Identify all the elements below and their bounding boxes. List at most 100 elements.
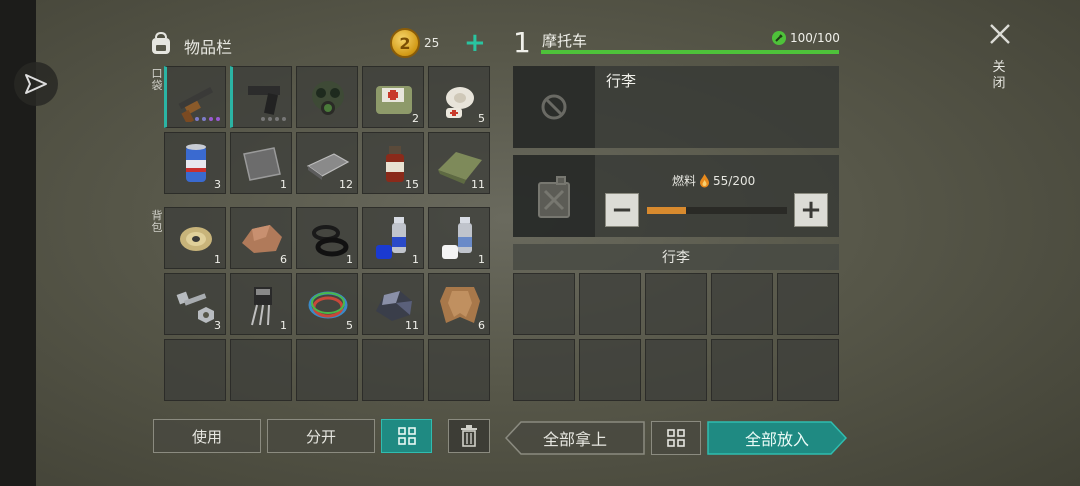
transistor-icon xyxy=(251,287,272,326)
backpack-slot[interactable]: 1 xyxy=(428,207,490,269)
trunk-slot[interactable] xyxy=(645,339,707,401)
grid-icon xyxy=(667,429,685,447)
split-button[interactable]: 分开 xyxy=(267,419,375,453)
vehicle-durability: 100/100 xyxy=(772,31,840,45)
backpack-slot[interactable]: 1 xyxy=(230,273,292,335)
pocket-slot[interactable] xyxy=(296,66,358,128)
backpack-slot[interactable] xyxy=(362,339,424,401)
backpack-slot[interactable]: 6 xyxy=(428,273,490,335)
grid-icon xyxy=(397,427,416,445)
fuel-slot[interactable] xyxy=(513,155,595,237)
fuel-decrease-button[interactable]: − xyxy=(605,193,639,227)
backpack-slot[interactable]: 1 xyxy=(296,207,358,269)
blue-spray-paint-icon xyxy=(376,217,406,259)
jerrycan-icon xyxy=(538,176,570,218)
quality-dot xyxy=(202,117,206,121)
item-count: 1 xyxy=(280,319,287,332)
backpack-slot[interactable] xyxy=(428,339,490,401)
shotgun-icon xyxy=(178,86,214,122)
use-button[interactable]: 使用 xyxy=(153,419,261,453)
fuel-slider[interactable] xyxy=(647,207,787,214)
stone-icon xyxy=(242,225,282,253)
backpack-slot[interactable] xyxy=(296,339,358,401)
item-count: 1 xyxy=(280,178,287,191)
trunk-slot[interactable] xyxy=(513,339,575,401)
white-spray-paint-icon xyxy=(442,217,472,259)
trunk-slot[interactable] xyxy=(579,273,641,335)
empty-slot-icon xyxy=(541,94,567,120)
luggage-equip-label: 行李 xyxy=(606,72,637,90)
quality-dot xyxy=(195,117,199,121)
item-count: 5 xyxy=(346,319,353,332)
item-count: 5 xyxy=(478,112,485,125)
durability-bar xyxy=(541,50,839,54)
inventory-title: 物品栏 xyxy=(184,38,233,57)
backpack-label: 背包 xyxy=(151,209,163,234)
backpack-slot[interactable]: 5 xyxy=(296,273,358,335)
gas-mask-icon xyxy=(312,81,344,115)
pocket-slot[interactable]: 11 xyxy=(428,132,490,194)
trunk-slot[interactable] xyxy=(513,273,575,335)
durability-value: 100/100 xyxy=(790,31,840,45)
trunk-sort-button[interactable] xyxy=(651,421,701,455)
pocket-slot[interactable]: 15 xyxy=(362,132,424,194)
quality-dots xyxy=(195,117,220,121)
fuel-indicator: 燃料 55/200 xyxy=(672,172,755,189)
backpack-slot[interactable]: 11 xyxy=(362,273,424,335)
quality-dot xyxy=(261,117,265,121)
put-all-button[interactable]: 全部放入 xyxy=(707,421,847,455)
trunk-slot[interactable] xyxy=(777,339,839,401)
item-count: 1 xyxy=(214,253,221,266)
fuel-label: 燃料 xyxy=(672,174,697,188)
item-count: 1 xyxy=(346,253,353,266)
pocket-slot[interactable] xyxy=(164,66,226,128)
backpack-slot[interactable]: 3 xyxy=(164,273,226,335)
pocket-slot[interactable]: 12 xyxy=(296,132,358,194)
send-arrow-icon xyxy=(25,74,47,94)
backpack-slot[interactable]: 1 xyxy=(362,207,424,269)
navigate-button[interactable] xyxy=(14,62,58,106)
trunk-slot[interactable] xyxy=(711,339,773,401)
item-count: 2 xyxy=(412,112,419,125)
fuel-value: 55/200 xyxy=(713,173,756,188)
item-count: 12 xyxy=(339,178,353,191)
pocket-slot[interactable]: 3 xyxy=(164,132,226,194)
item-count: 11 xyxy=(471,178,485,191)
pocket-slot[interactable]: 5 xyxy=(428,66,490,128)
backpack-grid: 1 6 1 1 1 3 1 5 11 6 xyxy=(164,207,490,401)
backpack-slot[interactable]: 6 xyxy=(230,207,292,269)
fuel-slider-fill xyxy=(647,207,686,214)
luggage-equip-slot[interactable] xyxy=(513,66,595,148)
pocket-slot[interactable] xyxy=(230,66,292,128)
backpack-slot[interactable] xyxy=(164,339,226,401)
trunk-slot[interactable] xyxy=(777,273,839,335)
coin-icon: 2 xyxy=(390,28,420,58)
backpack-slot[interactable]: 1 xyxy=(164,207,226,269)
trunk-slot[interactable] xyxy=(711,273,773,335)
wire-spool-icon xyxy=(180,227,212,251)
trash-button[interactable] xyxy=(448,419,490,453)
metal-plate-icon xyxy=(243,147,281,181)
item-count: 11 xyxy=(405,319,419,332)
fuel-increase-button[interactable]: + xyxy=(794,193,828,227)
soda-can-icon xyxy=(186,144,206,182)
leather-icon xyxy=(440,287,480,323)
item-count: 3 xyxy=(214,319,221,332)
add-coins-button[interactable]: + xyxy=(464,30,486,56)
pocket-slot[interactable]: 1 xyxy=(230,132,292,194)
pocket-slot[interactable]: 2 xyxy=(362,66,424,128)
vehicle-number: 1 xyxy=(513,26,531,59)
trunk-slot[interactable] xyxy=(645,273,707,335)
vehicle-name: 摩托车 xyxy=(542,32,588,50)
close-icon[interactable] xyxy=(988,22,1012,46)
quality-dot xyxy=(275,117,279,121)
backpack-icon xyxy=(152,31,170,54)
backpack-slot[interactable] xyxy=(230,339,292,401)
close-label[interactable]: 关闭 xyxy=(992,60,1006,92)
take-all-button[interactable]: 全部拿上 xyxy=(505,421,645,455)
item-count: 6 xyxy=(280,253,287,266)
sort-grid-button[interactable] xyxy=(381,419,432,453)
trunk-slot[interactable] xyxy=(579,339,641,401)
item-count: 6 xyxy=(478,319,485,332)
rubber-rings-icon xyxy=(312,225,349,257)
